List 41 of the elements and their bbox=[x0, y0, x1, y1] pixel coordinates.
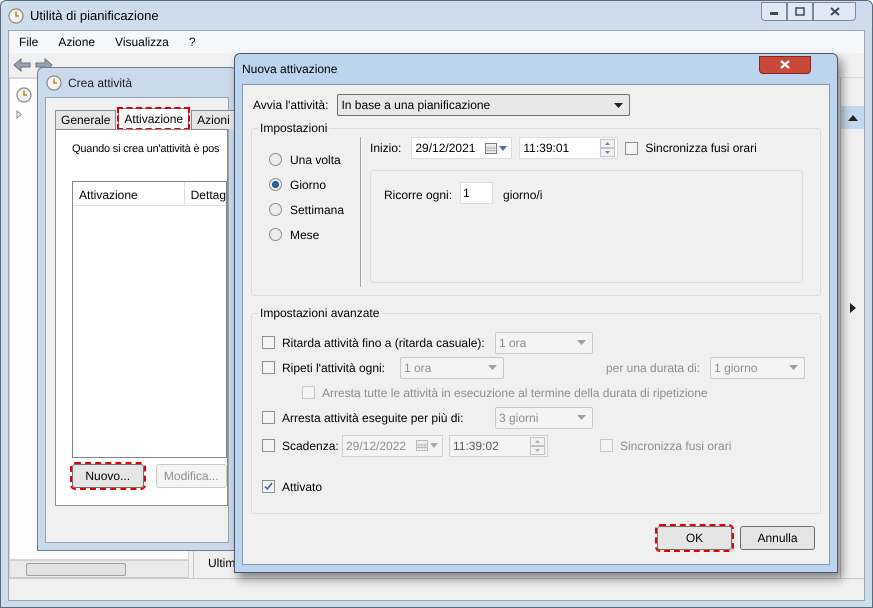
tab[interactable]: Attivazione bbox=[118, 108, 190, 129]
button[interactable]: Nuovo... bbox=[72, 464, 144, 488]
checkbox-label: Scadenza: bbox=[282, 438, 336, 454]
checkbox-label: Sincronizza fusi orari bbox=[620, 438, 732, 454]
menu-item[interactable]: ? bbox=[188, 33, 196, 51]
radio-label: Settimana bbox=[290, 202, 344, 218]
group-title: Impostazioni bbox=[259, 120, 328, 137]
time-field[interactable]: 11:39:01 bbox=[519, 137, 618, 159]
description-text: Quando si crea un'attività è pos bbox=[72, 142, 220, 157]
input-field[interactable]: 1 bbox=[460, 182, 494, 204]
dropdown[interactable]: In base a una pianificazione bbox=[337, 94, 630, 116]
checkbox-label: Arresta attività eseguite per più di: bbox=[282, 410, 464, 426]
dialog-title: Crea attività bbox=[68, 74, 132, 92]
checkbox-label: Sincronizza fusi orari bbox=[645, 140, 757, 157]
field-label: Inizio: bbox=[370, 140, 402, 157]
checkbox-label: Attivato bbox=[282, 478, 322, 496]
radio-label: Giorno bbox=[290, 176, 326, 194]
checkbox-label: Ritarda attività fino a (ritarda casuale): bbox=[282, 334, 485, 352]
checkbox-label: Ripeti l'attività ogni: bbox=[282, 360, 386, 376]
button[interactable]: Annulla bbox=[740, 526, 815, 550]
tab[interactable]: Generale bbox=[55, 110, 116, 129]
dialog-title: Nuova attivazione bbox=[242, 61, 338, 78]
time-field[interactable]: 11:39:02 bbox=[449, 434, 548, 456]
column-header[interactable]: Dettag bbox=[184, 182, 226, 204]
radio-label: Mese bbox=[290, 226, 320, 244]
menu-item[interactable]: Visualizza bbox=[115, 33, 169, 51]
duration-label: per una durata di: bbox=[606, 360, 700, 376]
window-title: Utilità di pianificazione bbox=[30, 6, 160, 25]
tab[interactable]: Azioni bbox=[191, 110, 236, 129]
unit-label: giorno/i bbox=[503, 187, 542, 204]
field-label: Ricorre ogni: bbox=[384, 187, 452, 204]
column-header[interactable]: Attivazione bbox=[73, 182, 185, 204]
menu-item[interactable]: File bbox=[19, 33, 38, 51]
group-title: Impostazioni avanzate bbox=[259, 305, 380, 322]
radio-label: Una volta bbox=[290, 152, 341, 168]
button[interactable]: OK bbox=[657, 526, 732, 550]
field-label: Avvia l'attività: bbox=[253, 97, 328, 114]
checkbox-label: Arresta tutte le attività in esecuzione al termine della durata di ripetizione bbox=[322, 384, 708, 402]
menu-item[interactable]: Azione bbox=[58, 33, 96, 51]
date-field[interactable]: 29/12/2021 bbox=[411, 137, 512, 159]
column-text: Ultim bbox=[208, 555, 236, 572]
